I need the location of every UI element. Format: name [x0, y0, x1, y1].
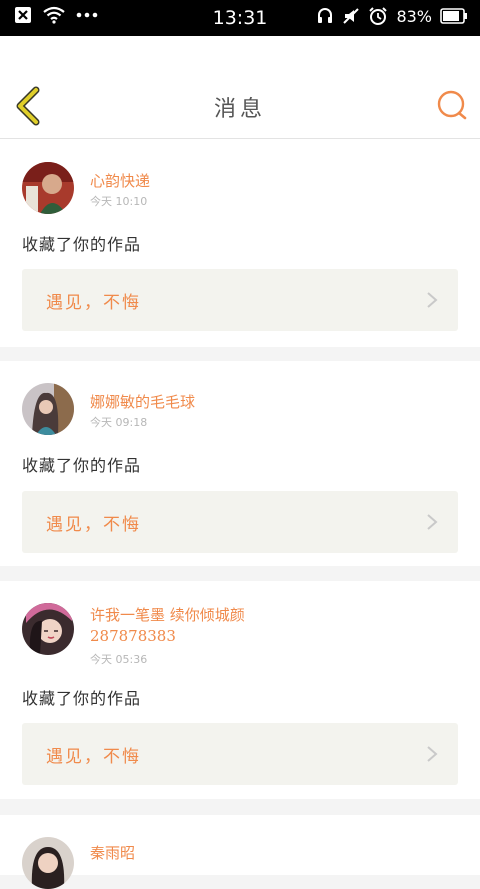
work-title: 遇见，不悔: [46, 515, 141, 535]
username[interactable]: 娜娜敏的毛毛球: [90, 391, 195, 412]
alarm-icon: [369, 7, 388, 25]
chevron-right-icon: [427, 746, 438, 762]
mute-icon: [343, 8, 360, 24]
message-card: 许我一笔墨 续你倾城颜 287878383 今天 05:36 收藏了你的作品 遇…: [0, 581, 480, 799]
work-link[interactable]: 遇见，不悔: [22, 491, 458, 553]
username-line2: 287878383: [90, 627, 176, 645]
search-icon[interactable]: [436, 89, 468, 121]
message-time: 今天 05:36: [90, 653, 148, 666]
work-link[interactable]: 遇见，不悔: [22, 269, 458, 331]
status-right-icons: 83%: [316, 6, 468, 26]
message-card: 娜娜敏的毛毛球 今天 09:18 收藏了你的作品 遇见，不悔: [0, 361, 480, 566]
status-bar: 13:31 83%: [0, 0, 480, 36]
message-time: 今天 10:10: [90, 195, 148, 208]
action-text: 收藏了你的作品: [22, 235, 142, 254]
avatar[interactable]: [22, 383, 74, 435]
battery-percent: 83%: [396, 6, 432, 26]
message-time: 今天 09:18: [90, 416, 148, 429]
top-bar: 消息: [0, 36, 480, 139]
avatar[interactable]: [22, 837, 74, 889]
work-title: 遇见，不悔: [46, 293, 141, 313]
headphone-icon: [318, 8, 333, 23]
work-link[interactable]: 遇见，不悔: [22, 723, 458, 785]
battery-icon: [440, 8, 467, 24]
username[interactable]: 心韵快递: [90, 170, 150, 191]
action-text: 收藏了你的作品: [22, 456, 142, 475]
work-title: 遇见，不悔: [46, 747, 141, 767]
message-card: 心韵快递 今天 10:10 收藏了你的作品 遇见，不悔: [0, 139, 480, 347]
page-title: 消息: [213, 97, 266, 122]
chevron-right-icon: [427, 514, 438, 530]
avatar[interactable]: [22, 162, 74, 214]
message-card: 秦雨昭: [0, 815, 480, 889]
chevron-right-icon: [427, 292, 438, 308]
action-text: 收藏了你的作品: [22, 689, 142, 708]
username[interactable]: 秦雨昭: [90, 842, 135, 863]
username[interactable]: 许我一笔墨 续你倾城颜: [90, 604, 245, 625]
avatar[interactable]: [22, 603, 74, 655]
